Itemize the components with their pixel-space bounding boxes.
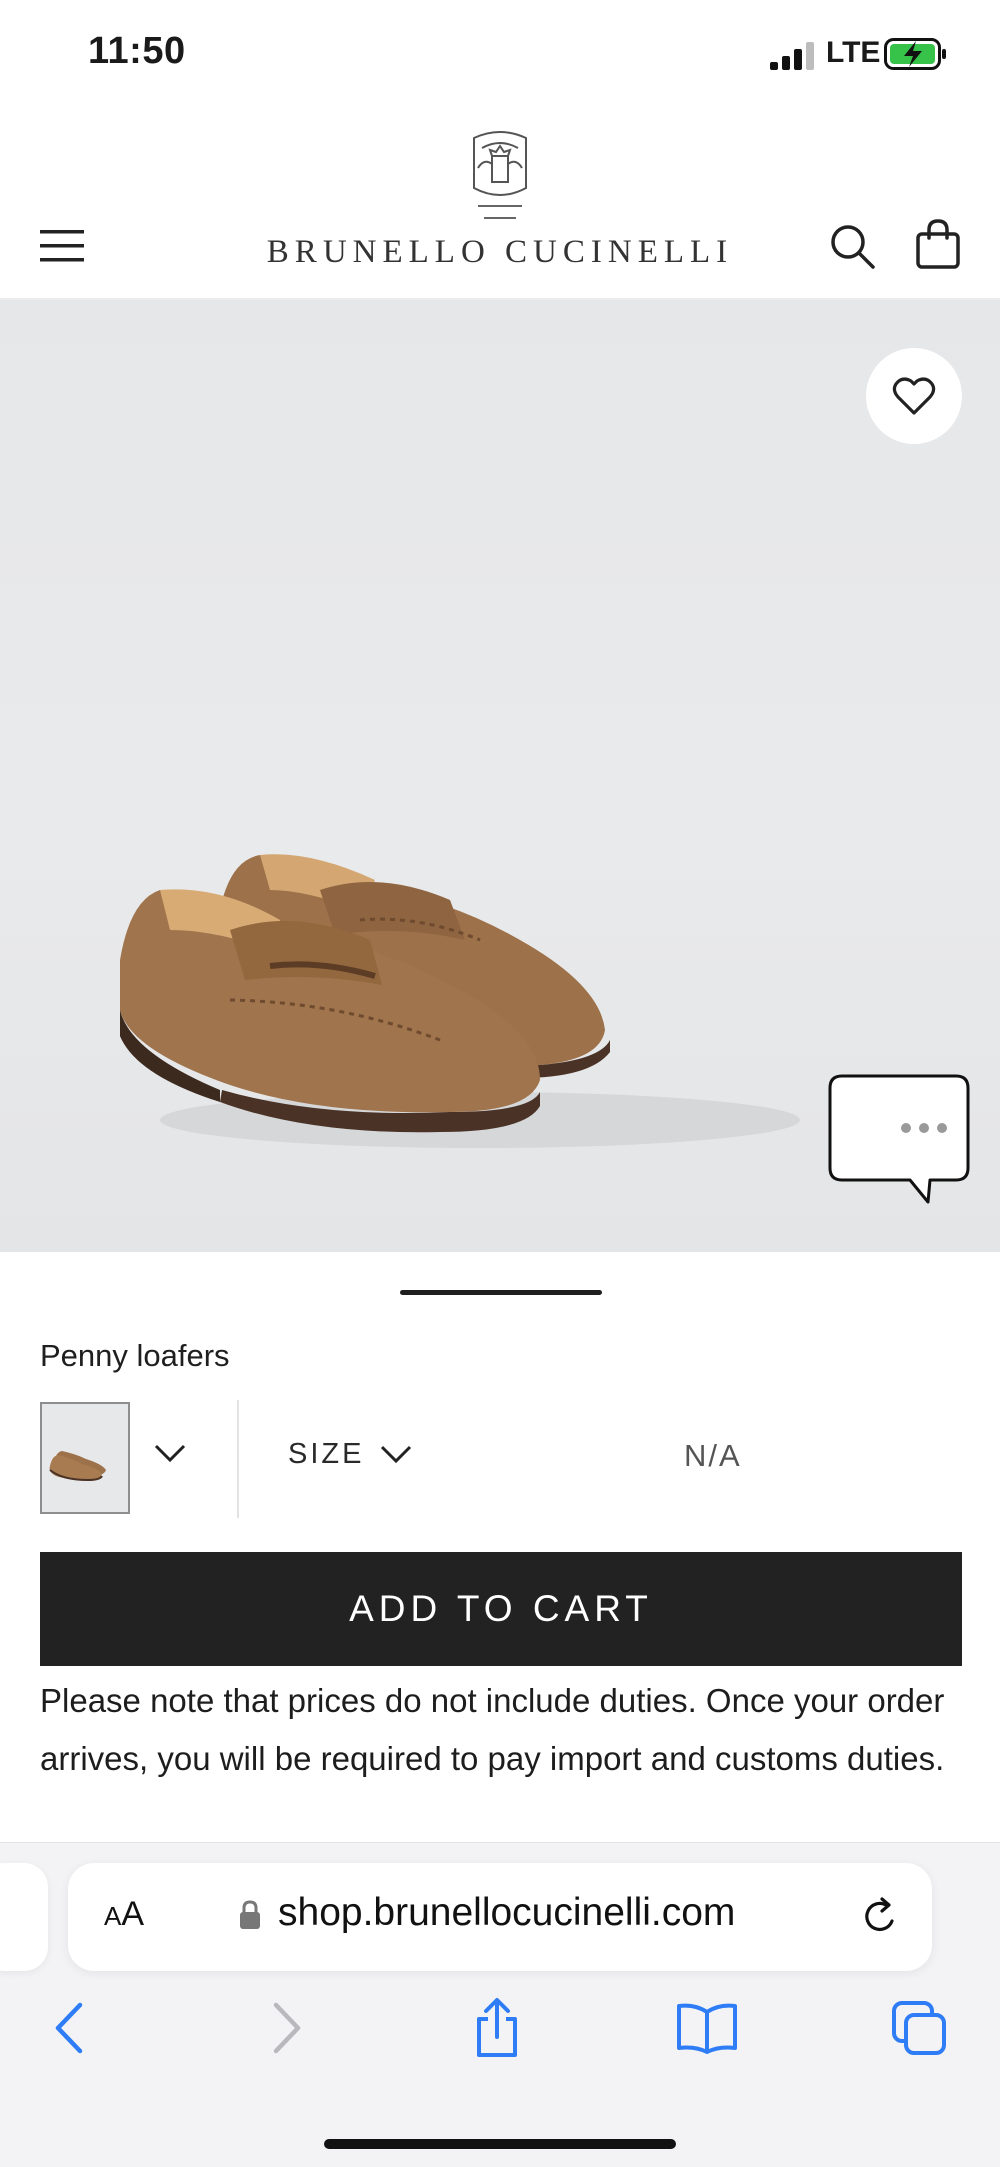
browser-toolbar: AA shop.brunellocucinelli.com	[0, 1842, 1000, 2167]
search-icon[interactable]	[828, 222, 876, 270]
status-time: 11:50	[88, 30, 186, 72]
loafers-illustration	[120, 854, 800, 1148]
bookmarks-button[interactable]	[672, 1993, 742, 2063]
signal-bars-icon	[770, 42, 814, 70]
reload-icon[interactable]	[858, 1895, 902, 1939]
bookmarks-icon	[677, 2003, 737, 2054]
share-button[interactable]	[462, 1993, 532, 2063]
product-image[interactable]	[0, 300, 1000, 1252]
forward-button[interactable]	[252, 1993, 322, 2063]
shopping-bag-icon[interactable]	[914, 218, 962, 270]
previous-tab-preview[interactable]	[0, 1863, 48, 1971]
address-bar[interactable]: AA shop.brunellocucinelli.com	[68, 1863, 932, 1971]
battery-charging-icon	[884, 38, 946, 70]
chevron-down-icon	[381, 1445, 412, 1463]
price-value: N/A	[684, 1438, 742, 1473]
product-name: Penny loafers	[40, 1338, 230, 1373]
site-header: BRUNELLO CUCINELLI	[0, 110, 1000, 300]
share-icon	[477, 1998, 517, 2057]
status-bar: 11:50 LTE	[0, 0, 1000, 110]
add-to-cart-button[interactable]: ADD TO CART	[40, 1552, 962, 1666]
selector-divider	[237, 1400, 239, 1518]
size-selector[interactable]: SIZE	[288, 1438, 414, 1471]
back-icon	[55, 2002, 83, 2054]
lock-icon	[240, 1900, 260, 1929]
product-sheet: Penny loafers SIZE N/A ADD TO CART Pleas…	[0, 1252, 1000, 1842]
sheet-grabber[interactable]	[400, 1290, 602, 1295]
brand-crest-logo[interactable]	[464, 128, 536, 226]
size-label: SIZE	[288, 1438, 365, 1470]
chat-bubble-icon[interactable]	[826, 1072, 972, 1208]
url-text[interactable]: shop.brunellocucinelli.com	[278, 1891, 735, 1935]
heart-icon	[892, 377, 936, 415]
tabs-button[interactable]	[884, 1993, 954, 2063]
tabs-icon	[892, 2001, 946, 2055]
color-swatch-thumbnail[interactable]	[40, 1402, 130, 1514]
network-type: LTE	[826, 36, 881, 69]
forward-icon	[273, 2002, 301, 2054]
chevron-down-icon[interactable]	[152, 1440, 188, 1468]
back-button[interactable]	[34, 1993, 104, 2063]
duties-note: Please note that prices do not include d…	[40, 1682, 945, 1777]
browser-nav-row	[0, 1993, 1000, 2073]
wishlist-button[interactable]	[866, 348, 962, 444]
loafer-thumbnail-image	[49, 1451, 106, 1482]
home-indicator[interactable]	[324, 2139, 676, 2149]
text-size-button[interactable]: AA	[104, 1895, 144, 1934]
